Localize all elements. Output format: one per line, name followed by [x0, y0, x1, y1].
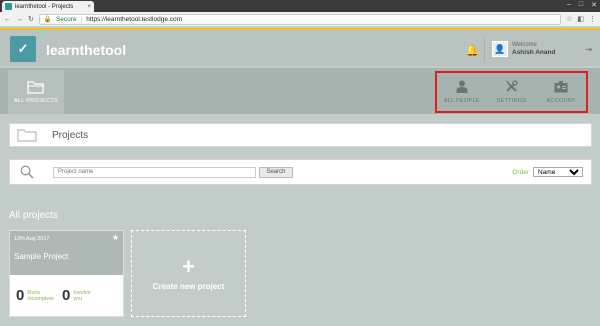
nav-settings[interactable]: SETTINGS — [487, 73, 537, 111]
involve-label: Involve you — [73, 290, 90, 302]
involve-count: 0 — [61, 287, 71, 304]
search-icon — [10, 165, 44, 179]
user-menu[interactable]: 👤 Welcome Ashish Anand ⇥ — [492, 37, 592, 61]
user-name: Ashish Anand — [512, 48, 556, 56]
project-name[interactable]: Sample Project — [14, 252, 68, 261]
project-date: 12th Aug 2017 — [14, 236, 50, 242]
id-card-icon — [554, 80, 568, 92]
nav-all-projects[interactable]: ALL PROJECTS — [8, 70, 64, 114]
plus-icon: + — [182, 254, 195, 279]
logout-icon[interactable]: ⇥ — [585, 45, 592, 54]
brand-name[interactable]: learnthetool — [46, 42, 126, 58]
nav-account[interactable]: ACCOUNT — [536, 73, 586, 111]
forward-icon[interactable]: → — [16, 16, 23, 23]
create-new-project-button[interactable]: + Create new project — [131, 230, 246, 317]
avatar[interactable]: 👤 — [492, 41, 508, 57]
runs-incomplete-stat[interactable]: 0 Runs incomplete — [16, 287, 54, 304]
project-card-header[interactable]: 12th Aug 2017 ★ Sample Project — [10, 231, 123, 275]
order-label: Order — [512, 168, 529, 176]
tab-close-icon[interactable]: × — [87, 4, 91, 10]
window-controls: – □ ✕ — [567, 1, 597, 9]
search-input[interactable]: Project name — [53, 166, 256, 178]
nav-account-label: ACCOUNT — [546, 97, 576, 104]
folder-open-icon — [27, 81, 44, 94]
tools-icon — [506, 80, 518, 92]
browser-extensions: ☆ ◧ ⋮ — [566, 15, 596, 23]
runs-label: Runs incomplete — [27, 290, 54, 302]
order-control: Order Name — [512, 167, 591, 177]
address-bar: ← → ↻ 🔒 Secure | https://learnthetool.te… — [0, 12, 600, 27]
nav-highlight-box: ALL PEOPLE SETTINGS ACCOUNT — [435, 71, 588, 113]
nav-all-projects-label: ALL PROJECTS — [13, 98, 59, 104]
lock-icon: 🔒 — [43, 16, 52, 23]
runs-label-line2: incomplete — [27, 295, 54, 302]
main-nav: ALL PROJECTS ALL PEOPLE SETTINGS ACCOUNT — [0, 68, 600, 114]
browser-tabbar: learnthetool - Projects × – □ ✕ — [0, 0, 600, 12]
project-card[interactable]: 12th Aug 2017 ★ Sample Project 0 Runs in… — [9, 230, 124, 317]
url-input[interactable]: 🔒 Secure | https://learnthetool.testlodg… — [38, 13, 562, 25]
reload-icon[interactable]: ↻ — [28, 15, 34, 23]
bell-icon[interactable]: 🔔 — [461, 38, 485, 62]
all-projects-title: All projects — [9, 210, 58, 221]
projects-header: Projects — [9, 123, 592, 147]
favicon-icon — [5, 3, 12, 10]
minimize-icon[interactable]: – — [567, 1, 571, 9]
window-close-icon[interactable]: ✕ — [591, 1, 597, 9]
involve-you-stat[interactable]: 0 Involve you — [62, 287, 91, 304]
url-text: https://learnthetool.testlodge.com — [86, 15, 183, 23]
search-button[interactable]: Search — [259, 166, 293, 178]
secure-label: Secure — [55, 15, 77, 23]
menu-icon[interactable]: ⋮ — [589, 15, 596, 23]
browser-tab[interactable]: learnthetool - Projects × — [2, 1, 94, 12]
logo-icon[interactable]: ✓ — [10, 36, 36, 62]
tab-title: learnthetool - Projects — [15, 3, 74, 10]
back-icon[interactable]: ← — [4, 16, 11, 23]
app-header: ✓ learnthetool 🔔 👤 Welcome Ashish Anand … — [0, 28, 600, 66]
welcome-label: Welcome — [512, 41, 537, 48]
page-title: Projects — [52, 129, 89, 141]
url-separator: | — [80, 15, 83, 23]
project-stats: 0 Runs incomplete 0 Involve you — [10, 275, 123, 304]
folder-icon — [10, 128, 44, 142]
nav-settings-label: SETTINGS — [496, 98, 527, 104]
runs-count: 0 — [16, 287, 25, 304]
create-new-project-label: Create new project — [152, 282, 225, 291]
star-bookmark-icon[interactable]: ☆ — [566, 15, 572, 23]
user-info: Welcome Ashish Anand — [512, 42, 555, 57]
star-icon[interactable]: ★ — [112, 233, 119, 242]
person-icon — [456, 80, 468, 93]
involve-label-line2: you — [73, 295, 83, 302]
nav-all-people[interactable]: ALL PEOPLE — [437, 73, 487, 111]
order-select[interactable]: Name — [533, 167, 583, 177]
maximize-icon[interactable]: □ — [579, 1, 583, 9]
nav-all-people-label: ALL PEOPLE — [443, 98, 480, 104]
extension-icon[interactable]: ◧ — [577, 15, 584, 23]
search-bar: Project name Search Order Name — [9, 159, 592, 185]
